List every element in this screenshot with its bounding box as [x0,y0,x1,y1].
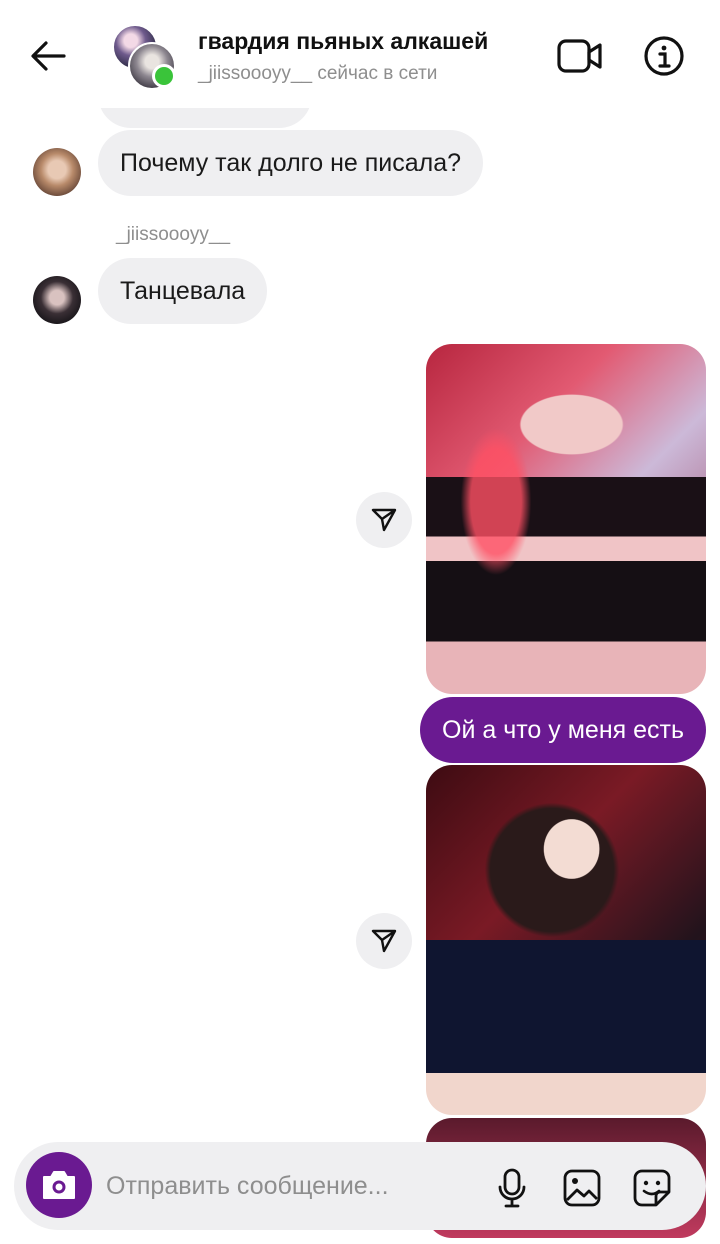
share-button[interactable] [356,913,412,969]
online-indicator [152,64,176,88]
message-input[interactable] [106,1164,466,1208]
chat-header: гвардия пьяных алкашей _jiissoooyy__ сей… [0,0,720,108]
camera-icon [43,1171,75,1199]
video-call-button[interactable] [552,30,608,82]
avatar[interactable] [33,276,81,324]
microphone-icon [498,1168,526,1208]
shared-photo[interactable] [426,765,706,1115]
message-bubble: Почему так долго не писала? [98,130,484,196]
video-camera-icon [557,39,602,73]
message-composer [14,1142,706,1230]
share-button[interactable] [356,492,412,548]
back-button[interactable] [22,30,74,82]
avatar[interactable] [33,148,81,196]
chat-title[interactable]: гвардия пьяных алкашей [198,28,488,55]
voice-message-button[interactable] [488,1164,536,1212]
send-icon [371,508,397,532]
message-bubble: Танцевала [98,258,268,324]
image-icon [563,1169,601,1207]
info-icon [644,36,684,76]
sender-name: _jiissoooyy__ [116,224,231,245]
group-avatar[interactable] [112,24,176,90]
info-button[interactable] [636,30,692,82]
chat-subtitle: _jiissoooyy__ сейчас в сети [198,63,438,84]
gallery-button[interactable] [558,1164,606,1212]
send-icon [371,929,397,953]
own-message-bubble: Ой а что у меня есть [420,697,706,763]
sticker-icon [633,1169,671,1207]
camera-button[interactable] [26,1152,92,1218]
shared-photo[interactable] [426,344,706,694]
sticker-button[interactable] [628,1164,676,1212]
back-arrow-icon [31,41,66,71]
